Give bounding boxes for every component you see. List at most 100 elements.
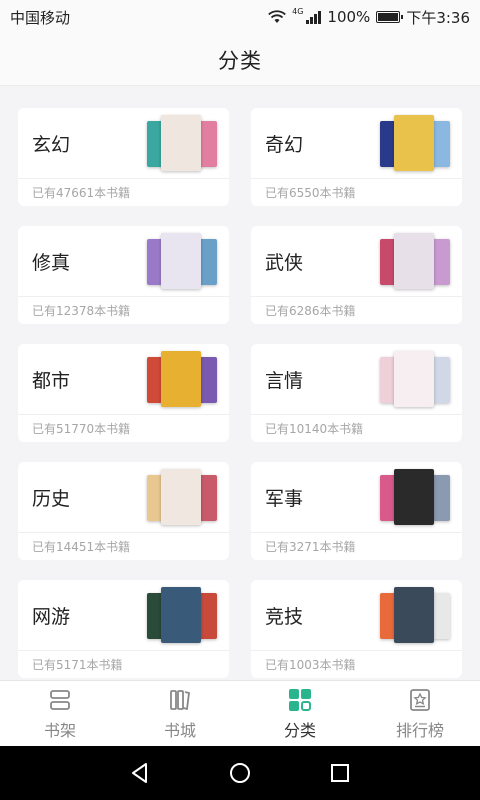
card-header: 军事 xyxy=(251,462,462,532)
card-footer: 已有6286本书籍 xyxy=(251,296,462,324)
book-cover-front xyxy=(161,469,201,525)
category-name: 言情 xyxy=(265,369,304,392)
battery-icon xyxy=(376,11,404,23)
book-cover-front xyxy=(394,587,434,643)
category-card[interactable]: 修真 已有12378本书籍 xyxy=(18,226,229,324)
ranking-icon xyxy=(410,688,430,711)
tab-label: 书城 xyxy=(163,720,196,740)
book-cover-front xyxy=(161,587,201,643)
card-footer: 已有12378本书籍 xyxy=(18,296,229,324)
system-nav-bar xyxy=(0,746,480,800)
network-type: 4G xyxy=(292,6,304,16)
book-count: 已有10140本书籍 xyxy=(265,422,364,436)
card-header: 武侠 xyxy=(251,226,462,296)
wifi-icon xyxy=(268,10,286,23)
book-count: 已有12378本书籍 xyxy=(32,304,131,318)
book-covers xyxy=(147,349,217,409)
carrier-name: 中国移动 xyxy=(10,8,71,27)
home-icon[interactable] xyxy=(228,761,252,785)
card-header: 修真 xyxy=(18,226,229,296)
book-cover-front xyxy=(394,115,434,171)
card-footer: 已有51770本书籍 xyxy=(18,414,229,442)
back-icon[interactable] xyxy=(128,761,152,785)
book-cover-front xyxy=(161,115,201,171)
book-count: 已有51770本书籍 xyxy=(32,422,131,436)
header: 分类 xyxy=(0,34,480,86)
book-covers xyxy=(380,585,450,645)
category-name: 修真 xyxy=(32,251,71,274)
category-card[interactable]: 历史 已有14451本书籍 xyxy=(18,462,229,560)
book-count: 已有5171本书籍 xyxy=(32,658,123,672)
book-count: 已有6286本书籍 xyxy=(265,304,356,318)
category-card[interactable]: 军事 已有3271本书籍 xyxy=(251,462,462,560)
category-name: 历史 xyxy=(32,487,71,510)
card-header: 竞技 xyxy=(251,580,462,650)
category-card[interactable]: 都市 已有51770本书籍 xyxy=(18,344,229,442)
tab-ranking[interactable]: 排行榜 xyxy=(360,681,480,746)
category-name: 网游 xyxy=(32,605,71,628)
book-covers xyxy=(380,349,450,409)
tab-label: 书架 xyxy=(43,720,76,740)
bookshelf-icon xyxy=(50,689,70,710)
category-grid-icon xyxy=(289,688,311,711)
card-header: 奇幻 xyxy=(251,108,462,178)
book-cover-front xyxy=(161,351,201,407)
card-header: 历史 xyxy=(18,462,229,532)
category-name: 玄幻 xyxy=(32,133,71,156)
bottom-tab-bar: 书架 书城 分类 排行榜 xyxy=(0,680,480,746)
tab-category[interactable]: 分类 xyxy=(240,681,360,746)
category-name: 军事 xyxy=(265,487,304,510)
book-cover-front xyxy=(394,233,434,289)
status-indicators: 4G 100% 下午3:36 xyxy=(268,7,470,28)
book-covers xyxy=(147,467,217,527)
page-title: 分类 xyxy=(218,48,262,73)
book-covers xyxy=(147,231,217,291)
category-name: 奇幻 xyxy=(265,133,304,156)
bookstore-icon xyxy=(170,689,190,710)
card-footer: 已有6550本书籍 xyxy=(251,178,462,206)
category-card[interactable]: 玄幻 已有47661本书籍 xyxy=(18,108,229,206)
category-name: 竞技 xyxy=(265,605,304,628)
category-name: 都市 xyxy=(32,369,71,392)
category-card[interactable]: 竞技 已有1003本书籍 xyxy=(251,580,462,678)
book-count: 已有3271本书籍 xyxy=(265,540,356,554)
category-card[interactable]: 武侠 已有6286本书籍 xyxy=(251,226,462,324)
tab-label: 分类 xyxy=(283,720,316,740)
tab-bookshelf[interactable]: 书架 xyxy=(0,681,120,746)
card-footer: 已有47661本书籍 xyxy=(18,178,229,206)
category-card[interactable]: 网游 已有5171本书籍 xyxy=(18,580,229,678)
tab-bookstore[interactable]: 书城 xyxy=(120,681,240,746)
card-header: 网游 xyxy=(18,580,229,650)
book-count: 已有47661本书籍 xyxy=(32,186,131,200)
book-cover-front xyxy=(394,351,434,407)
book-covers xyxy=(147,113,217,173)
book-count: 已有1003本书籍 xyxy=(265,658,356,672)
signal-icon xyxy=(306,10,322,24)
category-card[interactable]: 奇幻 已有6550本书籍 xyxy=(251,108,462,206)
clock: 下午3:36 xyxy=(406,8,470,27)
card-footer: 已有3271本书籍 xyxy=(251,532,462,560)
book-covers xyxy=(380,467,450,527)
book-covers xyxy=(380,113,450,173)
category-name: 武侠 xyxy=(265,251,304,274)
book-cover-front xyxy=(161,233,201,289)
card-header: 都市 xyxy=(18,344,229,414)
card-footer: 已有14451本书籍 xyxy=(18,532,229,560)
book-cover-front xyxy=(394,469,434,525)
battery-percent: 100% xyxy=(327,8,371,26)
card-header: 言情 xyxy=(251,344,462,414)
card-header: 玄幻 xyxy=(18,108,229,178)
book-covers xyxy=(147,585,217,645)
card-footer: 已有10140本书籍 xyxy=(251,414,462,442)
book-covers xyxy=(380,231,450,291)
status-bar: 中国移动 4G 100% 下午3:36 xyxy=(0,0,480,34)
card-footer: 已有5171本书籍 xyxy=(18,650,229,678)
category-grid: 玄幻 已有47661本书籍 奇幻 已有6550本书籍 修真 已有12378本书籍… xyxy=(18,108,462,678)
recent-apps-icon[interactable] xyxy=(328,761,352,785)
book-count: 已有14451本书籍 xyxy=(32,540,131,554)
category-card[interactable]: 言情 已有10140本书籍 xyxy=(251,344,462,442)
card-footer: 已有1003本书籍 xyxy=(251,650,462,678)
tab-label: 排行榜 xyxy=(395,720,444,740)
battery-fill xyxy=(378,13,399,21)
book-count: 已有6550本书籍 xyxy=(265,186,356,200)
